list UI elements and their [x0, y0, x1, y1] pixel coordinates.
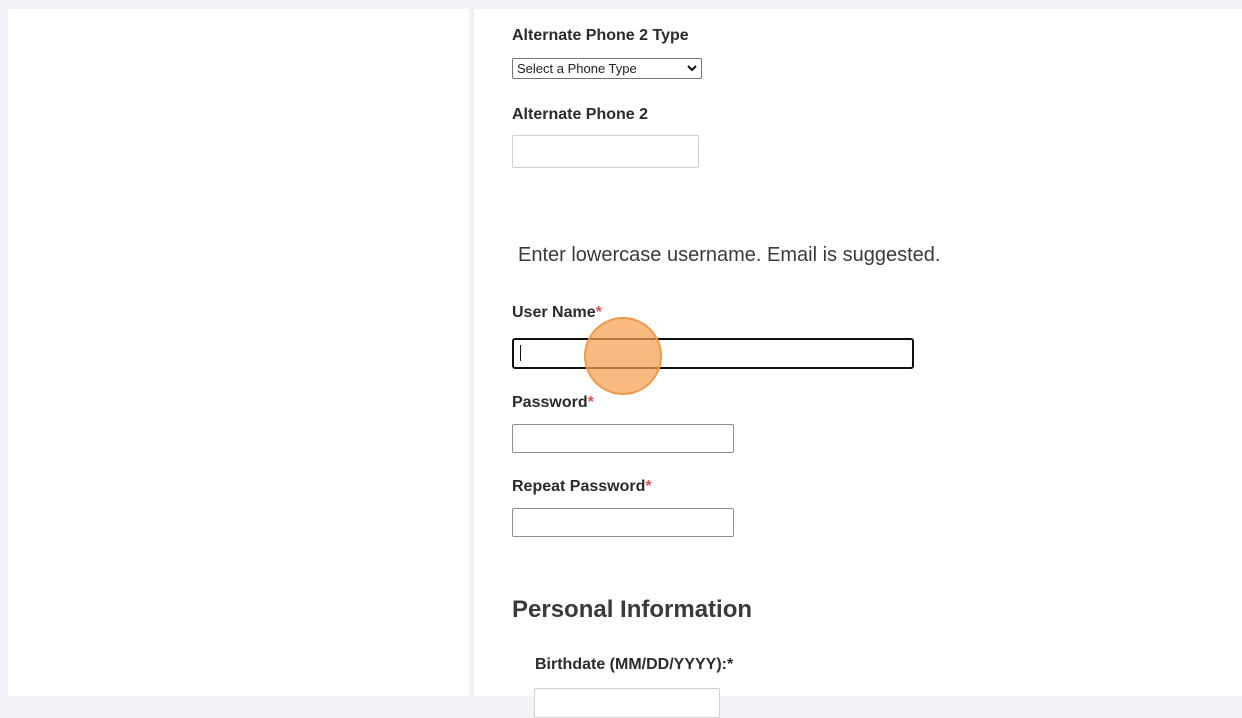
- personal-information-heading: Personal Information: [512, 596, 753, 623]
- alt-phone2-input[interactable]: [512, 135, 699, 168]
- password-label-text: Password: [512, 394, 588, 411]
- select-value: Select a Phone Type: [517, 61, 637, 76]
- required-mark: *: [587, 394, 594, 411]
- required-mark: *: [645, 478, 652, 495]
- chevron-down-icon: [687, 59, 697, 78]
- column-divider: [466, 9, 474, 696]
- alt-phone2-label: Alternate Phone 2: [512, 106, 649, 123]
- birthdate-label: Birthdate (MM/DD/YYYY):*: [535, 656, 734, 673]
- repeat-password-input[interactable]: [512, 508, 734, 537]
- username-label-text: User Name: [512, 304, 596, 321]
- alt-phone2-type-label: Alternate Phone 2 Type: [512, 27, 689, 44]
- password-input[interactable]: [512, 424, 734, 453]
- username-hint: Enter lowercase username. Email is sugge…: [518, 244, 941, 266]
- birthdate-input[interactable]: [534, 688, 720, 718]
- required-mark: *: [595, 304, 602, 321]
- click-indicator: [584, 317, 662, 395]
- username-input[interactable]: [512, 338, 914, 369]
- alt-phone2-type-select[interactable]: Select a Phone Type: [512, 58, 702, 79]
- repeat-password-label: Repeat Password*: [512, 478, 652, 496]
- password-label: Password*: [512, 394, 594, 412]
- username-label: User Name*: [512, 304, 602, 322]
- text-caret: [520, 345, 521, 361]
- repeat-password-label-text: Repeat Password: [512, 478, 646, 495]
